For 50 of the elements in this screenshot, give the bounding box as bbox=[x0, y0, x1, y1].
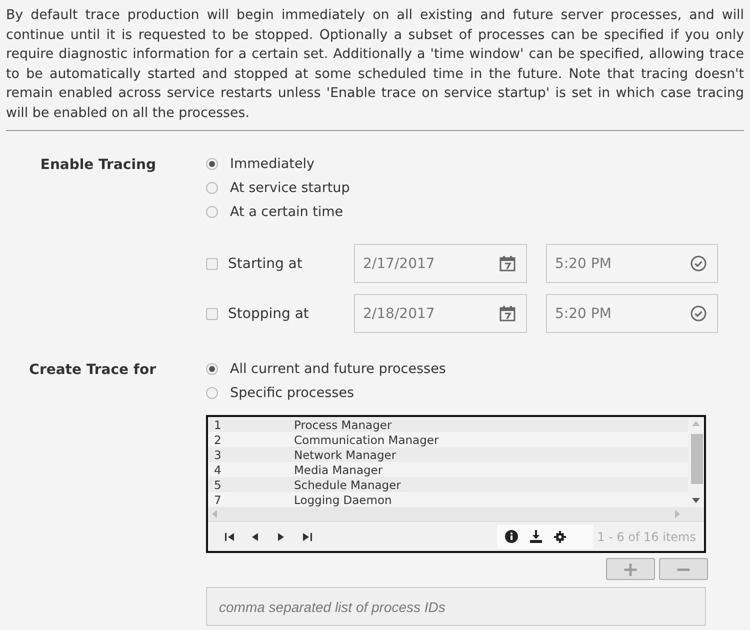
checkbox-label: Starting at bbox=[228, 256, 302, 272]
section-label: Enable Tracing bbox=[40, 157, 156, 173]
table-cell-text: 3 bbox=[213, 448, 222, 462]
radio-button[interactable] bbox=[206, 363, 218, 375]
table-cell-text: 2 bbox=[213, 432, 222, 446]
table-cell-text: Logging Daemon bbox=[293, 492, 393, 506]
table-cell-text: 5 bbox=[213, 478, 222, 492]
description-text: By default trace production will begin immediately on all existing and future server processes, and will continue until it is requested to be stopped. Optionally a subset of processes can be specified if you only require diagnostic information for a certain set. Additionally a 'time window' can be specified, allowing trace to be automatically started and stopped at some scheduled time in the future. Note that tracing doesn't remain enabled across service restarts unless 'Enable trace on service startup' is set in which case tracing will be enabled on all the processes. bbox=[6, 7, 744, 122]
info-icon[interactable] bbox=[505, 530, 518, 543]
scroll-down-icon[interactable] bbox=[692, 498, 700, 503]
radio-label: Specific processes bbox=[230, 385, 354, 401]
table-cell-text: 7 bbox=[213, 492, 222, 506]
settings-icon[interactable] bbox=[554, 530, 566, 542]
checkbox[interactable] bbox=[206, 258, 218, 270]
download-icon[interactable] bbox=[530, 530, 542, 543]
table-cell-text: 4 bbox=[213, 462, 222, 476]
radio-button[interactable] bbox=[206, 387, 218, 399]
radio-label: At a certain time bbox=[230, 204, 344, 220]
calendar-icon[interactable] bbox=[499, 255, 516, 272]
checkbox[interactable] bbox=[206, 308, 218, 320]
radio-label: All current and future processes bbox=[230, 361, 446, 377]
date-field[interactable]: 2/18/2017 bbox=[354, 294, 527, 333]
table-cell-text: Schedule Manager bbox=[293, 478, 402, 492]
date-field[interactable]: 2/17/2017 bbox=[354, 244, 527, 283]
table-cell-text: Communication Manager bbox=[293, 432, 440, 446]
check-circle-icon[interactable] bbox=[690, 255, 707, 272]
check-circle-icon[interactable] bbox=[690, 305, 707, 322]
vertical-scrollbar[interactable] bbox=[688, 417, 704, 507]
time-field[interactable]: 5:20 PM bbox=[546, 294, 718, 333]
radio-label: Immediately bbox=[230, 156, 315, 172]
table-cell-text: Process Manager bbox=[293, 418, 393, 432]
add-button[interactable]: + bbox=[606, 558, 655, 580]
radio-button[interactable] bbox=[206, 206, 218, 218]
section-label: Create Trace for bbox=[29, 362, 156, 378]
last-page-icon[interactable] bbox=[302, 532, 312, 540]
first-page-icon[interactable] bbox=[224, 532, 234, 540]
previous-page-icon[interactable] bbox=[252, 532, 258, 540]
process-ids-field[interactable]: comma separated list of process IDs bbox=[206, 587, 706, 626]
table-cell-text: Network Manager bbox=[293, 448, 398, 462]
calendar-icon[interactable] bbox=[499, 305, 516, 322]
radio-button[interactable] bbox=[206, 158, 218, 170]
radio-button[interactable] bbox=[206, 182, 218, 194]
table-cell-text: Media Manager bbox=[293, 462, 384, 476]
time-field[interactable]: 5:20 PM bbox=[546, 244, 718, 283]
radio-label: At service startup bbox=[230, 180, 350, 196]
remove-button[interactable]: − bbox=[659, 558, 708, 580]
pager-info: 1 - 6 of 16 items bbox=[597, 530, 696, 544]
table-cell-text: 1 bbox=[213, 418, 222, 432]
checkbox-label: Stopping at bbox=[228, 306, 309, 322]
next-page-icon[interactable] bbox=[278, 532, 284, 540]
